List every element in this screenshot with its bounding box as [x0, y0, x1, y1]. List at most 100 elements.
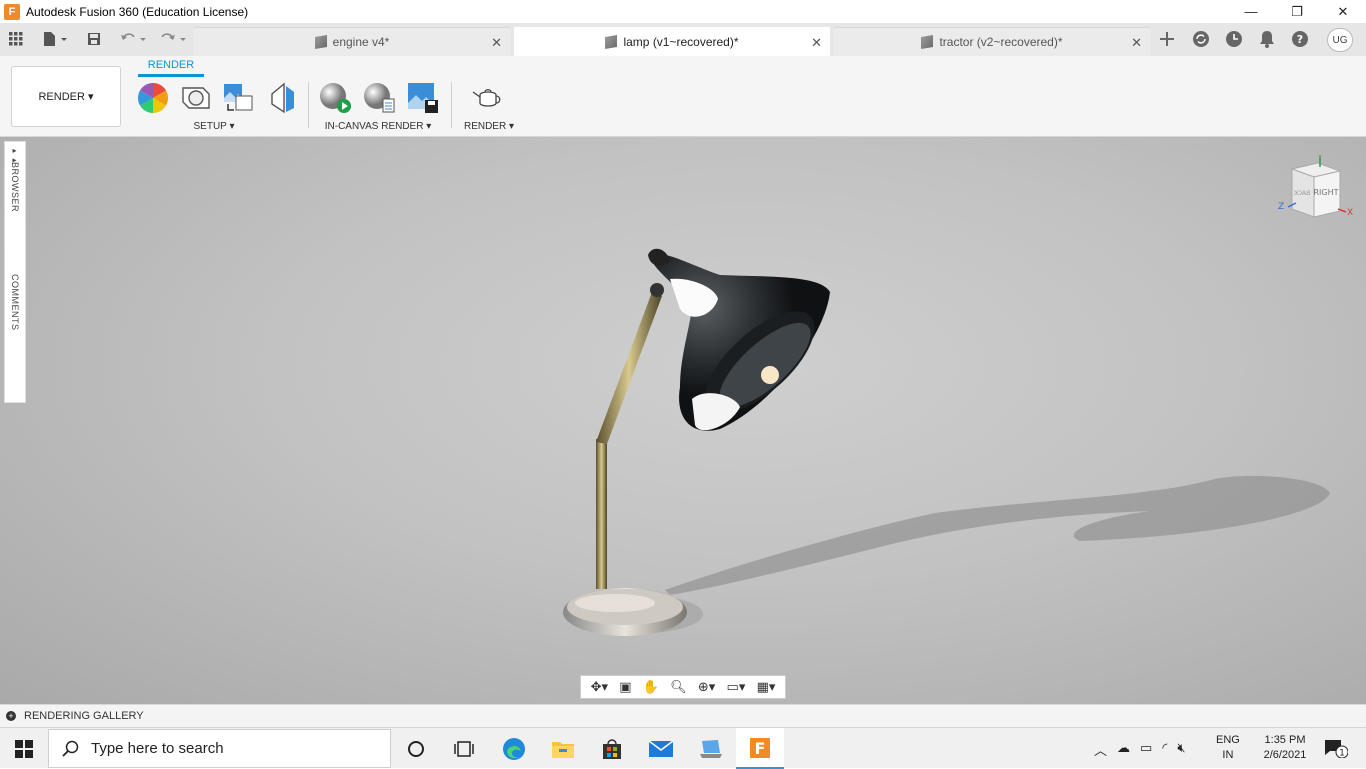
clock-date: 2/6/2021 — [1263, 749, 1307, 761]
tab-label: tractor (v2~recovered)* — [939, 35, 1063, 49]
workspace-label: RENDER — [38, 90, 85, 103]
start-in-canvas-render-icon[interactable] — [318, 81, 352, 115]
tab-label: lamp (v1~recovered)* — [623, 35, 739, 49]
mail-icon[interactable] — [637, 728, 685, 769]
component-icon — [605, 34, 618, 50]
fusion-logo-icon: F — [4, 3, 20, 20]
document-tab-bar: engine v4* ✕ lamp (v1~recovered)* ✕ trac… — [0, 23, 1366, 56]
save-icon[interactable] — [84, 29, 104, 49]
taskbar-search-box[interactable]: Type here to search — [48, 729, 391, 768]
tab-close-icon[interactable]: ✕ — [491, 35, 502, 51]
clock-time: 1:35 PM — [1264, 734, 1306, 746]
component-icon — [921, 34, 934, 50]
volume-muted-icon[interactable]: 🔇︎ — [1177, 740, 1185, 759]
pan-hand-icon[interactable]: ✋ — [643, 679, 659, 695]
view-cube[interactable]: RIGHT BACK Y Z X — [1274, 153, 1356, 225]
chevron-down-icon: ▾ — [508, 121, 515, 132]
in-canvas-render-group-label[interactable]: IN-CANVAS RENDER ▾ — [318, 121, 438, 132]
window-title: Autodesk Fusion 360 (Education License) — [26, 4, 249, 19]
help-icon[interactable]: ? — [1290, 29, 1310, 49]
new-tab-plus-icon[interactable] — [1157, 29, 1177, 49]
microsoft-store-icon[interactable] — [588, 728, 636, 769]
tab-render[interactable]: RENDER — [138, 59, 204, 77]
capture-image-icon[interactable] — [406, 81, 440, 115]
task-view-icon[interactable] — [440, 728, 488, 769]
scene-settings-icon[interactable] — [179, 81, 213, 115]
tab-tractor[interactable]: tractor (v2~recovered)* ✕ — [834, 27, 1150, 56]
chevron-down-icon: ▾ — [229, 121, 235, 132]
chevron-down-icon: ▾ — [426, 121, 432, 132]
edge-browser-icon[interactable] — [490, 728, 538, 769]
wifi-icon[interactable]: ◜ — [1162, 740, 1167, 759]
render-teapot-icon[interactable] — [471, 81, 505, 115]
zoom-window-icon[interactable]: ⊕▾ — [698, 679, 715, 695]
tab-close-icon[interactable]: ✕ — [1131, 35, 1142, 51]
orbit-icon[interactable]: ✥▾ — [591, 679, 608, 695]
rendering-gallery-label: RENDERING GALLERY — [24, 710, 144, 722]
pinned-app-icon[interactable] — [687, 728, 735, 769]
user-avatar[interactable]: UG — [1327, 28, 1353, 52]
rendering-gallery-bar[interactable]: + RENDERING GALLERY — [0, 704, 1366, 727]
render-canvas[interactable]: ▸▸ BROWSER COMMENTS RIGHT BACK Y Z X ✥▾ … — [0, 137, 1366, 704]
language-code: ENG — [1216, 734, 1240, 746]
file-menu-icon[interactable] — [38, 29, 72, 49]
expand-gallery-icon[interactable]: + — [6, 711, 16, 721]
redo-icon[interactable] — [156, 29, 190, 49]
axis-x-label: X — [1347, 208, 1353, 218]
setup-group-label[interactable]: SETUP ▾ — [176, 121, 252, 132]
notification-count: 1 — [1339, 749, 1345, 759]
battery-icon[interactable]: ▭ — [1140, 740, 1152, 759]
zoom-icon[interactable]: 🔍︎ — [670, 679, 687, 695]
restore-button[interactable]: ❐ — [1274, 0, 1320, 23]
cortana-icon[interactable] — [392, 728, 440, 769]
toolbar-divider — [451, 82, 452, 128]
chevron-down-icon: ▾ — [87, 91, 94, 103]
action-center-icon[interactable]: 1 — [1324, 738, 1349, 763]
undo-icon[interactable] — [116, 29, 150, 49]
grid-settings-icon[interactable]: ▦▾ — [757, 679, 776, 695]
display-settings-icon[interactable]: ▭▾ — [727, 679, 746, 695]
appearance-color-wheel-icon[interactable] — [136, 81, 170, 115]
window-controls: — ❐ ✕ — [1228, 0, 1366, 23]
windows-logo-icon — [15, 739, 33, 758]
decal-icon[interactable] — [265, 81, 299, 115]
toolbar-divider — [308, 82, 309, 128]
lamp-model-render — [563, 248, 1330, 636]
system-tray: ︿ ☁ ▭ ◜ 🔇︎ — [1094, 740, 1186, 759]
minimize-button[interactable]: — — [1228, 0, 1274, 23]
component-icon — [314, 34, 327, 50]
texture-map-icon[interactable] — [221, 81, 255, 115]
svg-text:?: ? — [1297, 33, 1303, 46]
in-canvas-render-settings-icon[interactable] — [362, 81, 396, 115]
job-status-icon[interactable] — [1191, 29, 1211, 49]
tab-label: engine v4* — [332, 35, 390, 49]
navigation-toolbar: ✥▾ ▣ ✋ 🔍︎ ⊕▾ ▭▾ ▦▾ — [580, 675, 786, 699]
search-placeholder: Type here to search — [91, 740, 224, 757]
keyboard-region: IN — [1222, 749, 1234, 761]
render-group-label[interactable]: RENDER ▾ — [458, 121, 520, 132]
svg-text:F: F — [755, 739, 766, 758]
tab-engine[interactable]: engine v4* ✕ — [194, 27, 510, 56]
show-hidden-icons-chevron-icon[interactable]: ︿ — [1094, 740, 1107, 759]
fusion-360-taskbar-icon[interactable]: F — [736, 728, 784, 769]
title-bar: F Autodesk Fusion 360 (Education License… — [0, 0, 1366, 23]
close-button[interactable]: ✕ — [1320, 0, 1366, 23]
tab-close-icon[interactable]: ✕ — [811, 35, 822, 51]
windows-start-button[interactable] — [0, 728, 48, 769]
workspace-switcher-button[interactable]: RENDER ▾ — [11, 66, 121, 127]
tab-lamp[interactable]: lamp (v1~recovered)* ✕ — [514, 27, 830, 56]
notifications-bell-icon[interactable] — [1257, 29, 1277, 49]
data-panel-grid-icon[interactable] — [6, 29, 26, 49]
taskbar-clock[interactable]: 1:35 PM 2/6/2021 — [1254, 733, 1316, 763]
viewcube-back-label: BACK — [1293, 190, 1310, 197]
windows-taskbar: Type here to search F ︿ ☁ ▭ ◜ 🔇︎ ENG IN … — [0, 727, 1366, 769]
search-icon — [62, 740, 79, 757]
viewcube-face-label: RIGHT — [1313, 188, 1338, 197]
look-at-icon[interactable]: ▣ — [619, 679, 631, 695]
file-explorer-icon[interactable] — [539, 728, 587, 769]
axis-y-label: Y — [1317, 155, 1323, 161]
clock-history-icon[interactable] — [1224, 29, 1244, 49]
language-indicator[interactable]: ENG IN — [1216, 733, 1240, 763]
onedrive-cloud-icon[interactable]: ☁ — [1117, 740, 1130, 759]
ribbon-toolbar: RENDER ▾ RENDER SETUP ▾ IN-CANVAS RENDER… — [0, 56, 1366, 137]
